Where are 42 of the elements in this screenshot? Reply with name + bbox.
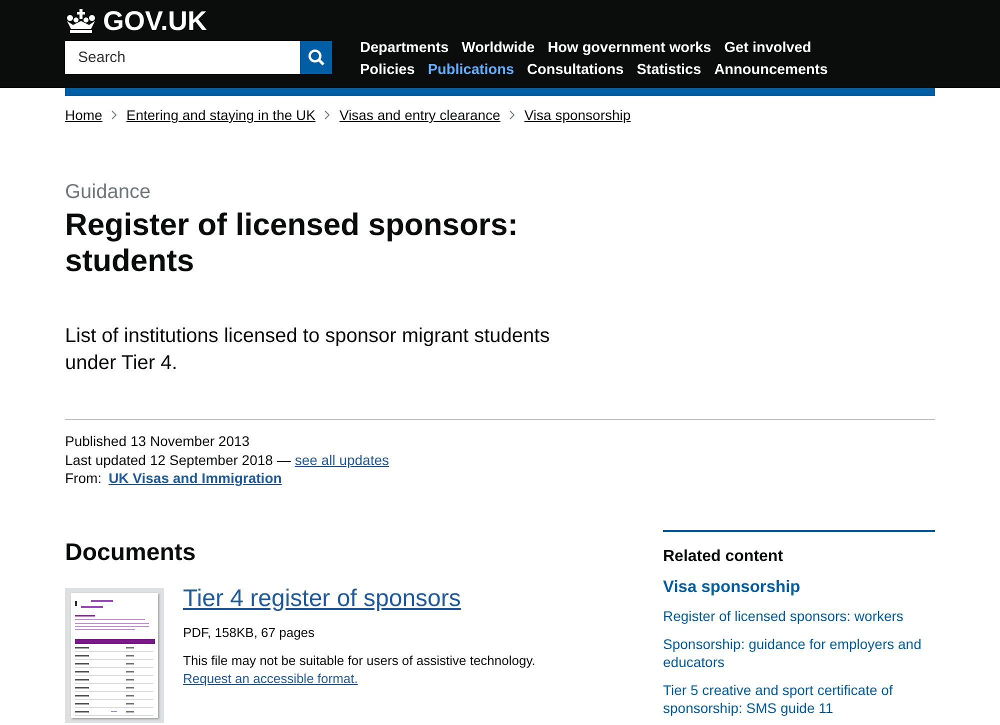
updated-label: Last updated	[65, 450, 146, 469]
nav-link[interactable]: Get involved	[724, 39, 812, 58]
nav-link[interactable]: Policies	[360, 61, 415, 80]
page-type: Guidance	[65, 180, 152, 204]
accessibility-notice: This file may not be suitable for users of assistive technology.	[183, 652, 536, 668]
page-description: List of institutions licensed to sponsor migrant students under Tier 4.	[65, 324, 551, 376]
organisation-link[interactable]: UK Visas and Immigration	[108, 469, 282, 488]
search-field[interactable]: Search	[65, 41, 300, 74]
crown-icon	[65, 9, 97, 33]
chevron-icon	[111, 110, 118, 120]
nav-link[interactable]: Departments	[360, 39, 449, 58]
nav-link[interactable]: Publications	[428, 61, 514, 80]
search-icon	[308, 49, 324, 66]
document-link[interactable]: Tier 4 register of sponsors	[183, 584, 583, 612]
breadcrumb-link[interactable]: Entering and staying in the UK	[126, 107, 316, 123]
nav-link[interactable]: Announcements	[714, 61, 828, 80]
related-link[interactable]: Register of licensed sponsors: workers	[663, 606, 935, 624]
document-details: PDF, 158KB, 67 pages	[183, 624, 316, 640]
nav-link[interactable]: Statistics	[636, 61, 702, 80]
site-logo[interactable]: GOV.UK	[65, 6, 935, 36]
document-thumbnail[interactable]	[65, 588, 164, 722]
nav-link[interactable]: Consultations	[527, 61, 624, 80]
request-format-link[interactable]: Request an accessible format.	[183, 670, 358, 686]
breadcrumb-link[interactable]: Home	[65, 107, 102, 123]
nav-link[interactable]: Worldwide	[462, 39, 535, 58]
documents-heading: Documents	[65, 538, 197, 568]
page-title: Register of licensed sponsors: students	[65, 207, 520, 279]
breadcrumb-link[interactable]: Visas and entry clearance	[339, 107, 500, 123]
search-button[interactable]	[300, 41, 332, 74]
chevron-icon	[324, 110, 330, 120]
related-link[interactable]: Sponsorship: guidance for employers and educators	[663, 634, 935, 670]
related-section-link[interactable]: Visa sponsorship	[663, 578, 935, 596]
published-label: Published	[65, 432, 126, 450]
related-link[interactable]: Tier 5 creative and sport certificate of sponsorship: SMS guide 11	[663, 680, 935, 716]
nav-link[interactable]: How government works	[548, 39, 712, 58]
updates-link[interactable]: see all updates	[294, 450, 390, 469]
chevron-icon	[509, 110, 516, 120]
from-label: From:	[65, 469, 102, 488]
related-heading: Related content	[663, 546, 784, 566]
updated-date: 12 September 2018 —	[150, 450, 291, 469]
published-date: 13 November 2013	[130, 432, 250, 450]
breadcrumb-link[interactable]: Visa sponsorship	[524, 107, 631, 123]
